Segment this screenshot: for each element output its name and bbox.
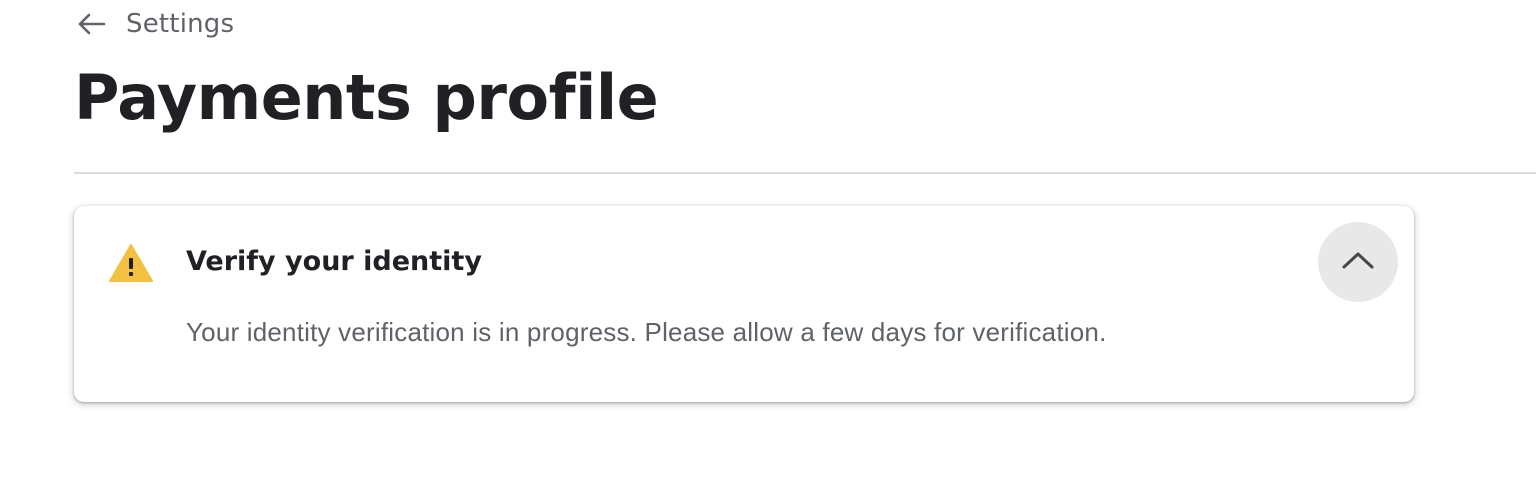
page: Settings Payments profile Verify your id… (0, 0, 1536, 478)
alert-message: Your identity verification is in progres… (186, 317, 1107, 347)
header-divider (74, 172, 1536, 174)
chevron-up-icon (1341, 250, 1375, 275)
warning-triangle-icon (108, 242, 154, 284)
arrow-back-icon (76, 12, 106, 36)
page-title: Payments profile (74, 61, 659, 134)
back-to-settings-link[interactable]: Settings (76, 6, 234, 42)
identity-verification-alert: Verify your identity Your identity verif… (74, 206, 1414, 402)
alert-title: Verify your identity (186, 246, 482, 277)
back-link-label: Settings (126, 9, 235, 39)
collapse-alert-button[interactable] (1318, 222, 1398, 302)
